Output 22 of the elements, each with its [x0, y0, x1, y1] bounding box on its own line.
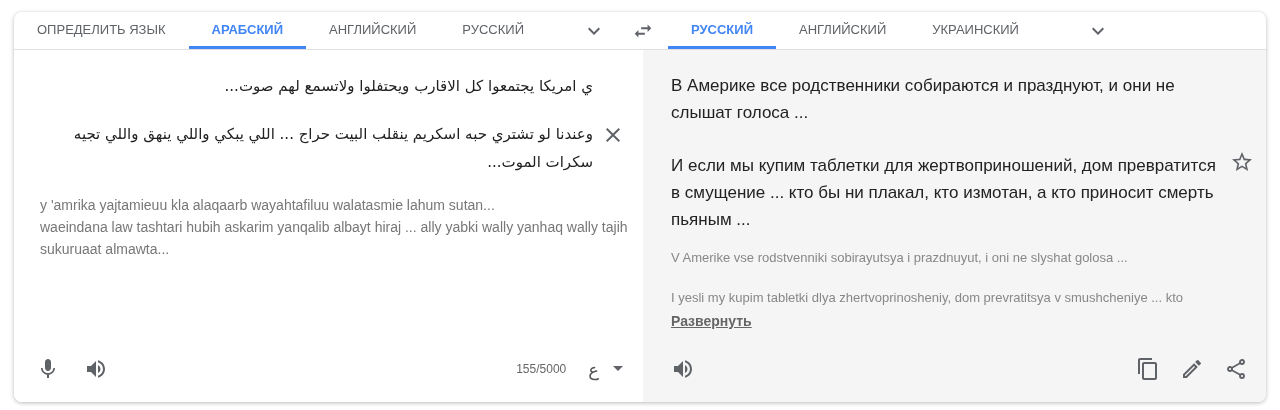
transliteration-text: V Amerike vse rodstvenniki sobirayutsya i prazdnuyut, i oni ne slyshat golosa ... — [671, 249, 1129, 267]
language-tab[interactable]: АНГЛИЙСКИЙ — [776, 12, 910, 49]
expand-link[interactable]: Развернуть — [671, 313, 752, 329]
character-count: 155/5000 — [516, 362, 567, 376]
transliteration-text: y 'amrika yajtamieuu kla alaqaarb wayahtafiluu walatasmie lahum sutan... — [40, 196, 496, 215]
translation-text: И если мы купим таблетки для жертвоприношений, дом превратится в смущение ... кто бы ни плакал, кто измотан, а кто приносит смерть пьяным ... — [671, 155, 1217, 231]
pencil-icon[interactable] — [1180, 357, 1204, 381]
input-tool-button[interactable]: ع — [586, 358, 601, 380]
share-icon[interactable] — [1224, 357, 1248, 381]
dropdown-arrow-icon[interactable] — [613, 366, 623, 372]
transliteration-text: I yesli my kupim tabletki dlya zhertvoprinosheniy, dom prevratitsya v smushcheniye ... kto — [671, 289, 1185, 307]
translation-text: В Америке все родственники собираются и празднуют, и они не слышат голоса ... — [671, 75, 1176, 124]
source-text: ي امريكا يجتمعوا كل الاقارب ويحتفلوا ولاتسمع لهم صوت... — [223, 76, 593, 98]
language-tab[interactable]: УКРАИНСКИЙ — [909, 12, 1042, 49]
speaker-icon[interactable] — [84, 357, 108, 381]
language-tab[interactable]: РУССКИЙ — [439, 12, 547, 49]
speaker-icon[interactable] — [671, 357, 695, 381]
copy-icon[interactable] — [1136, 357, 1160, 381]
language-tab[interactable]: АНГЛИЙСКИЙ — [306, 12, 440, 49]
source-text: وعندنا لو تشتري حبه اسكريم ينقلب البيت حراج ... اللي يبكي واللي ينهق واللي تجيه سكرات الموت... — [72, 124, 593, 173]
transliteration-text: waeindana law tashtari hubih askarim yanqalib albayt hiraj ... ally yabki wally yanhaq wally tajih sukuruaat almawta... — [40, 218, 629, 259]
language-tab[interactable]: ОПРЕДЕЛИТЬ ЯЗЫК — [14, 12, 189, 49]
